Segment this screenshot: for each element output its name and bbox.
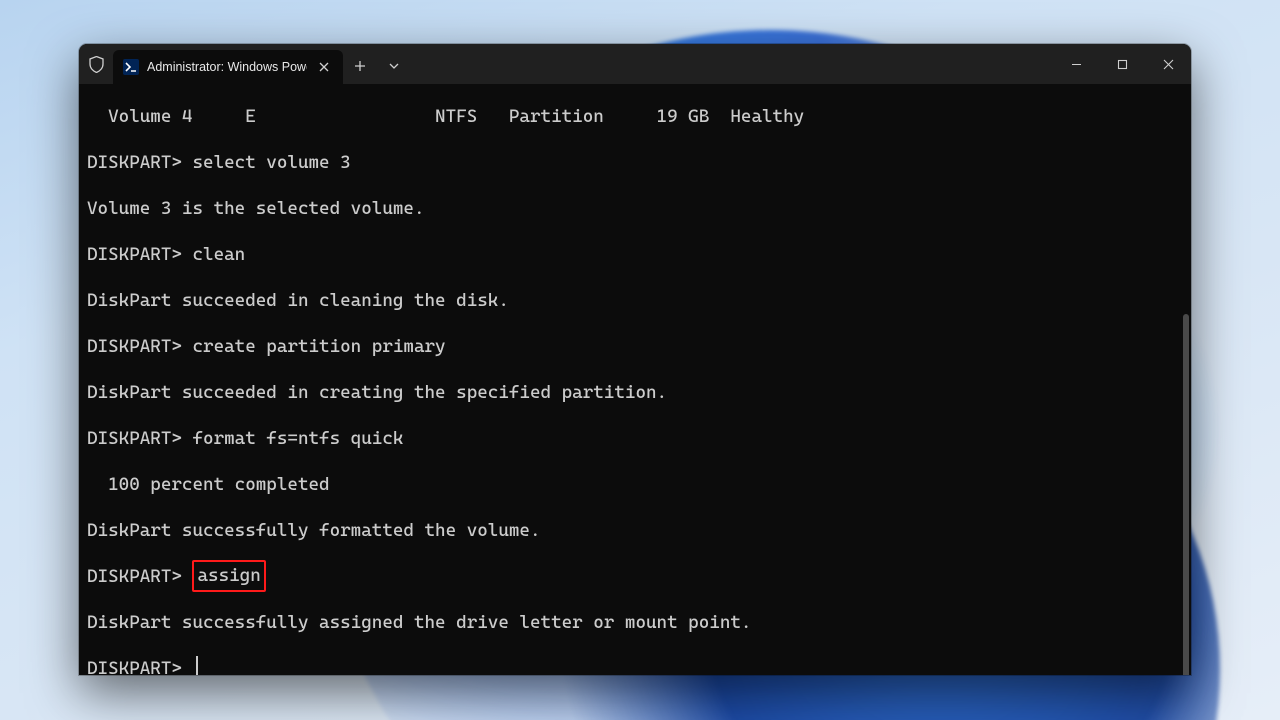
terminal-line: DISKPART> assign [87, 554, 1183, 600]
highlighted-command: assign [192, 560, 265, 592]
terminal-line: DiskPart successfully assigned the drive… [87, 600, 1183, 646]
maximize-button[interactable] [1099, 44, 1145, 84]
terminal-line: DiskPart succeeded in creating the speci… [87, 370, 1183, 416]
titlebar[interactable]: Administrator: Windows Powe [79, 44, 1191, 84]
new-tab-button[interactable] [343, 60, 377, 72]
terminal-line: Volume 4 E NTFS Partition 19 GB Healthy [87, 94, 1183, 140]
terminal-line: DISKPART> [87, 646, 1183, 675]
tab-powershell[interactable]: Administrator: Windows Powe [113, 50, 343, 84]
scrollbar-thumb[interactable] [1183, 314, 1189, 675]
titlebar-drag-region[interactable] [411, 44, 1053, 84]
close-button[interactable] [1145, 44, 1191, 84]
terminal-viewport[interactable]: Volume 4 E NTFS Partition 19 GB HealthyD… [79, 84, 1191, 675]
terminal-line: DiskPart successfully formatted the volu… [87, 508, 1183, 554]
terminal-line: Volume 3 is the selected volume. [87, 186, 1183, 232]
powershell-icon [123, 59, 139, 75]
terminal-output: Volume 4 E NTFS Partition 19 GB HealthyD… [87, 94, 1183, 675]
terminal-line: 100 percent completed [87, 462, 1183, 508]
tab-close-button[interactable] [315, 58, 333, 76]
terminal-line: DISKPART> create partition primary [87, 324, 1183, 370]
terminal-line: DISKPART> clean [87, 232, 1183, 278]
terminal-line: DiskPart succeeded in cleaning the disk. [87, 278, 1183, 324]
cursor [196, 656, 198, 675]
minimize-button[interactable] [1053, 44, 1099, 84]
terminal-window: Administrator: Windows Powe [79, 44, 1191, 675]
tab-title: Administrator: Windows Powe [147, 60, 307, 74]
shield-icon [79, 56, 113, 73]
tab-dropdown-button[interactable] [377, 63, 411, 69]
terminal-line: DISKPART> select volume 3 [87, 140, 1183, 186]
terminal-line: DISKPART> format fs=ntfs quick [87, 416, 1183, 462]
